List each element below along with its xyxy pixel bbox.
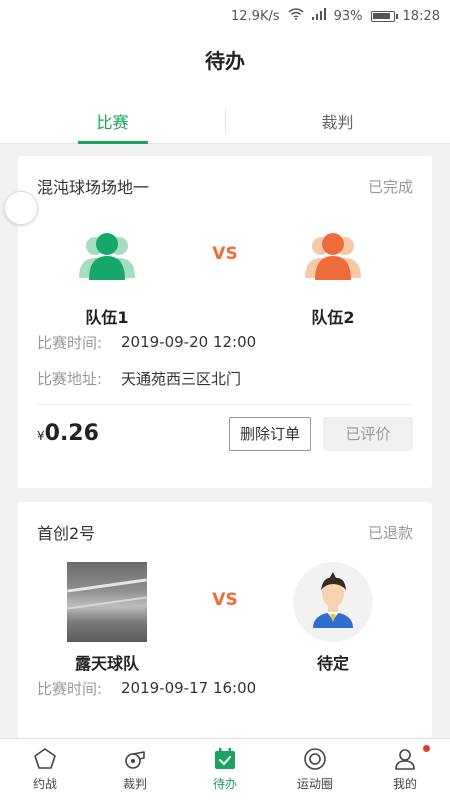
- currency-symbol: ¥: [37, 429, 45, 443]
- bottom-tab-bar: 约战 裁判 待办 运动圈 我的: [0, 738, 450, 800]
- tab-bar: 比赛 裁判: [0, 98, 450, 144]
- status-bar: 12.9K/s 93% 18:28: [0, 0, 450, 32]
- tabbar-label: 运动圈: [296, 777, 333, 791]
- match-time-label: 比赛时间:: [37, 333, 103, 352]
- tabbar-label: 待办: [212, 777, 237, 791]
- match-teams: 队伍1 VS 队伍2: [37, 216, 413, 327]
- card-actions: 删除订单 已评价: [228, 416, 413, 451]
- tabbar-item-battle[interactable]: 约战: [0, 739, 90, 800]
- venue-name: 首创2号: [37, 524, 96, 543]
- team-left[interactable]: 队伍1: [47, 216, 167, 328]
- battery-fill: [372, 12, 391, 19]
- price-amount: 0.26: [44, 421, 99, 446]
- venue-name: 混沌球场场地一: [37, 178, 150, 197]
- whistle-icon: [125, 751, 145, 769]
- team-name: 待定: [316, 654, 349, 673]
- match-address-value: 天通苑西三区北门: [121, 369, 242, 388]
- team-right[interactable]: 待定: [273, 562, 393, 674]
- match-time-value: 2019-09-20 12:00: [121, 333, 257, 351]
- notification-badge: [423, 745, 430, 752]
- clock: 18:28: [402, 8, 440, 24]
- tab-matches[interactable]: 比赛: [0, 98, 225, 143]
- wifi-icon: [288, 8, 304, 24]
- team-photo: [67, 562, 147, 642]
- team-green-avatar-icon: [67, 216, 147, 296]
- match-time-value: 2019-09-17 16:00: [121, 679, 257, 697]
- match-teams: 露天球队 VS 待定: [37, 562, 413, 673]
- calendar-check-icon: [215, 748, 235, 769]
- battery-icon: [370, 10, 398, 22]
- tab-divider: [225, 108, 226, 134]
- delete-order-button[interactable]: 删除订单: [228, 416, 311, 451]
- user-icon: [395, 749, 415, 770]
- team-right[interactable]: 队伍2: [273, 216, 393, 328]
- floating-assist-button[interactable]: [4, 191, 38, 225]
- team-name: 露天球队: [74, 654, 139, 673]
- page-title: 待办: [205, 48, 245, 73]
- team-name: 队伍1: [85, 308, 129, 327]
- team-photo-box: [67, 562, 147, 642]
- page-header: 待办: [0, 32, 450, 86]
- tabbar-label: 约战: [32, 777, 57, 791]
- circle-target-icon: [304, 748, 326, 770]
- header-spacer: [0, 86, 450, 98]
- tab-referee[interactable]: 裁判: [225, 98, 450, 143]
- card-header: 首创2号 已退款: [37, 502, 413, 562]
- signal-icon: [311, 8, 326, 24]
- battery-percent: 93%: [333, 8, 363, 24]
- order-price: ¥0.26: [37, 421, 99, 446]
- order-status: 已退款: [367, 523, 413, 542]
- team-left[interactable]: 露天球队: [47, 562, 167, 674]
- order-card[interactable]: 首创2号 已退款 露天球队 VS 待定 比赛时间: 2019-09-17 16:…: [18, 502, 432, 738]
- order-card[interactable]: 混沌球场场地一 已完成 队伍1 VS 队伍2 比赛时间: 2019-09-20 …: [18, 156, 432, 488]
- rated-button[interactable]: 已评价: [323, 416, 413, 451]
- tabbar-item-mine[interactable]: 我的: [360, 739, 450, 800]
- match-address-label: 比赛地址:: [37, 369, 103, 388]
- network-speed: 12.9K/s: [231, 8, 280, 24]
- order-status: 已完成: [367, 177, 413, 196]
- tabbar-item-moments[interactable]: 运动圈: [270, 739, 360, 800]
- tabbar-label: 我的: [392, 777, 417, 791]
- team-name: 队伍2: [311, 308, 355, 327]
- card-footer: ¥0.26 删除订单 已评价: [37, 404, 413, 462]
- tabbar-item-todo[interactable]: 待办: [180, 739, 270, 800]
- match-time-row: 比赛时间: 2019-09-17 16:00: [37, 670, 413, 706]
- match-time-label: 比赛时间:: [37, 679, 103, 698]
- order-list[interactable]: 混沌球场场地一 已完成 队伍1 VS 队伍2 比赛时间: 2019-09-20 …: [0, 144, 450, 738]
- team-orange-avatar-icon: [293, 216, 373, 296]
- vs-label: VS: [212, 590, 238, 610]
- vs-label: VS: [212, 244, 238, 264]
- person-avatar-icon: [293, 562, 373, 642]
- tabbar-label: 裁判: [122, 777, 147, 791]
- match-time-row: 比赛时间: 2019-09-20 12:00: [37, 324, 413, 360]
- tabbar-item-referee[interactable]: 裁判: [90, 739, 180, 800]
- match-address-row: 比赛地址: 天通苑西三区北门: [37, 360, 413, 396]
- pentagon-icon: [34, 748, 56, 769]
- card-header: 混沌球场场地一 已完成: [37, 156, 413, 216]
